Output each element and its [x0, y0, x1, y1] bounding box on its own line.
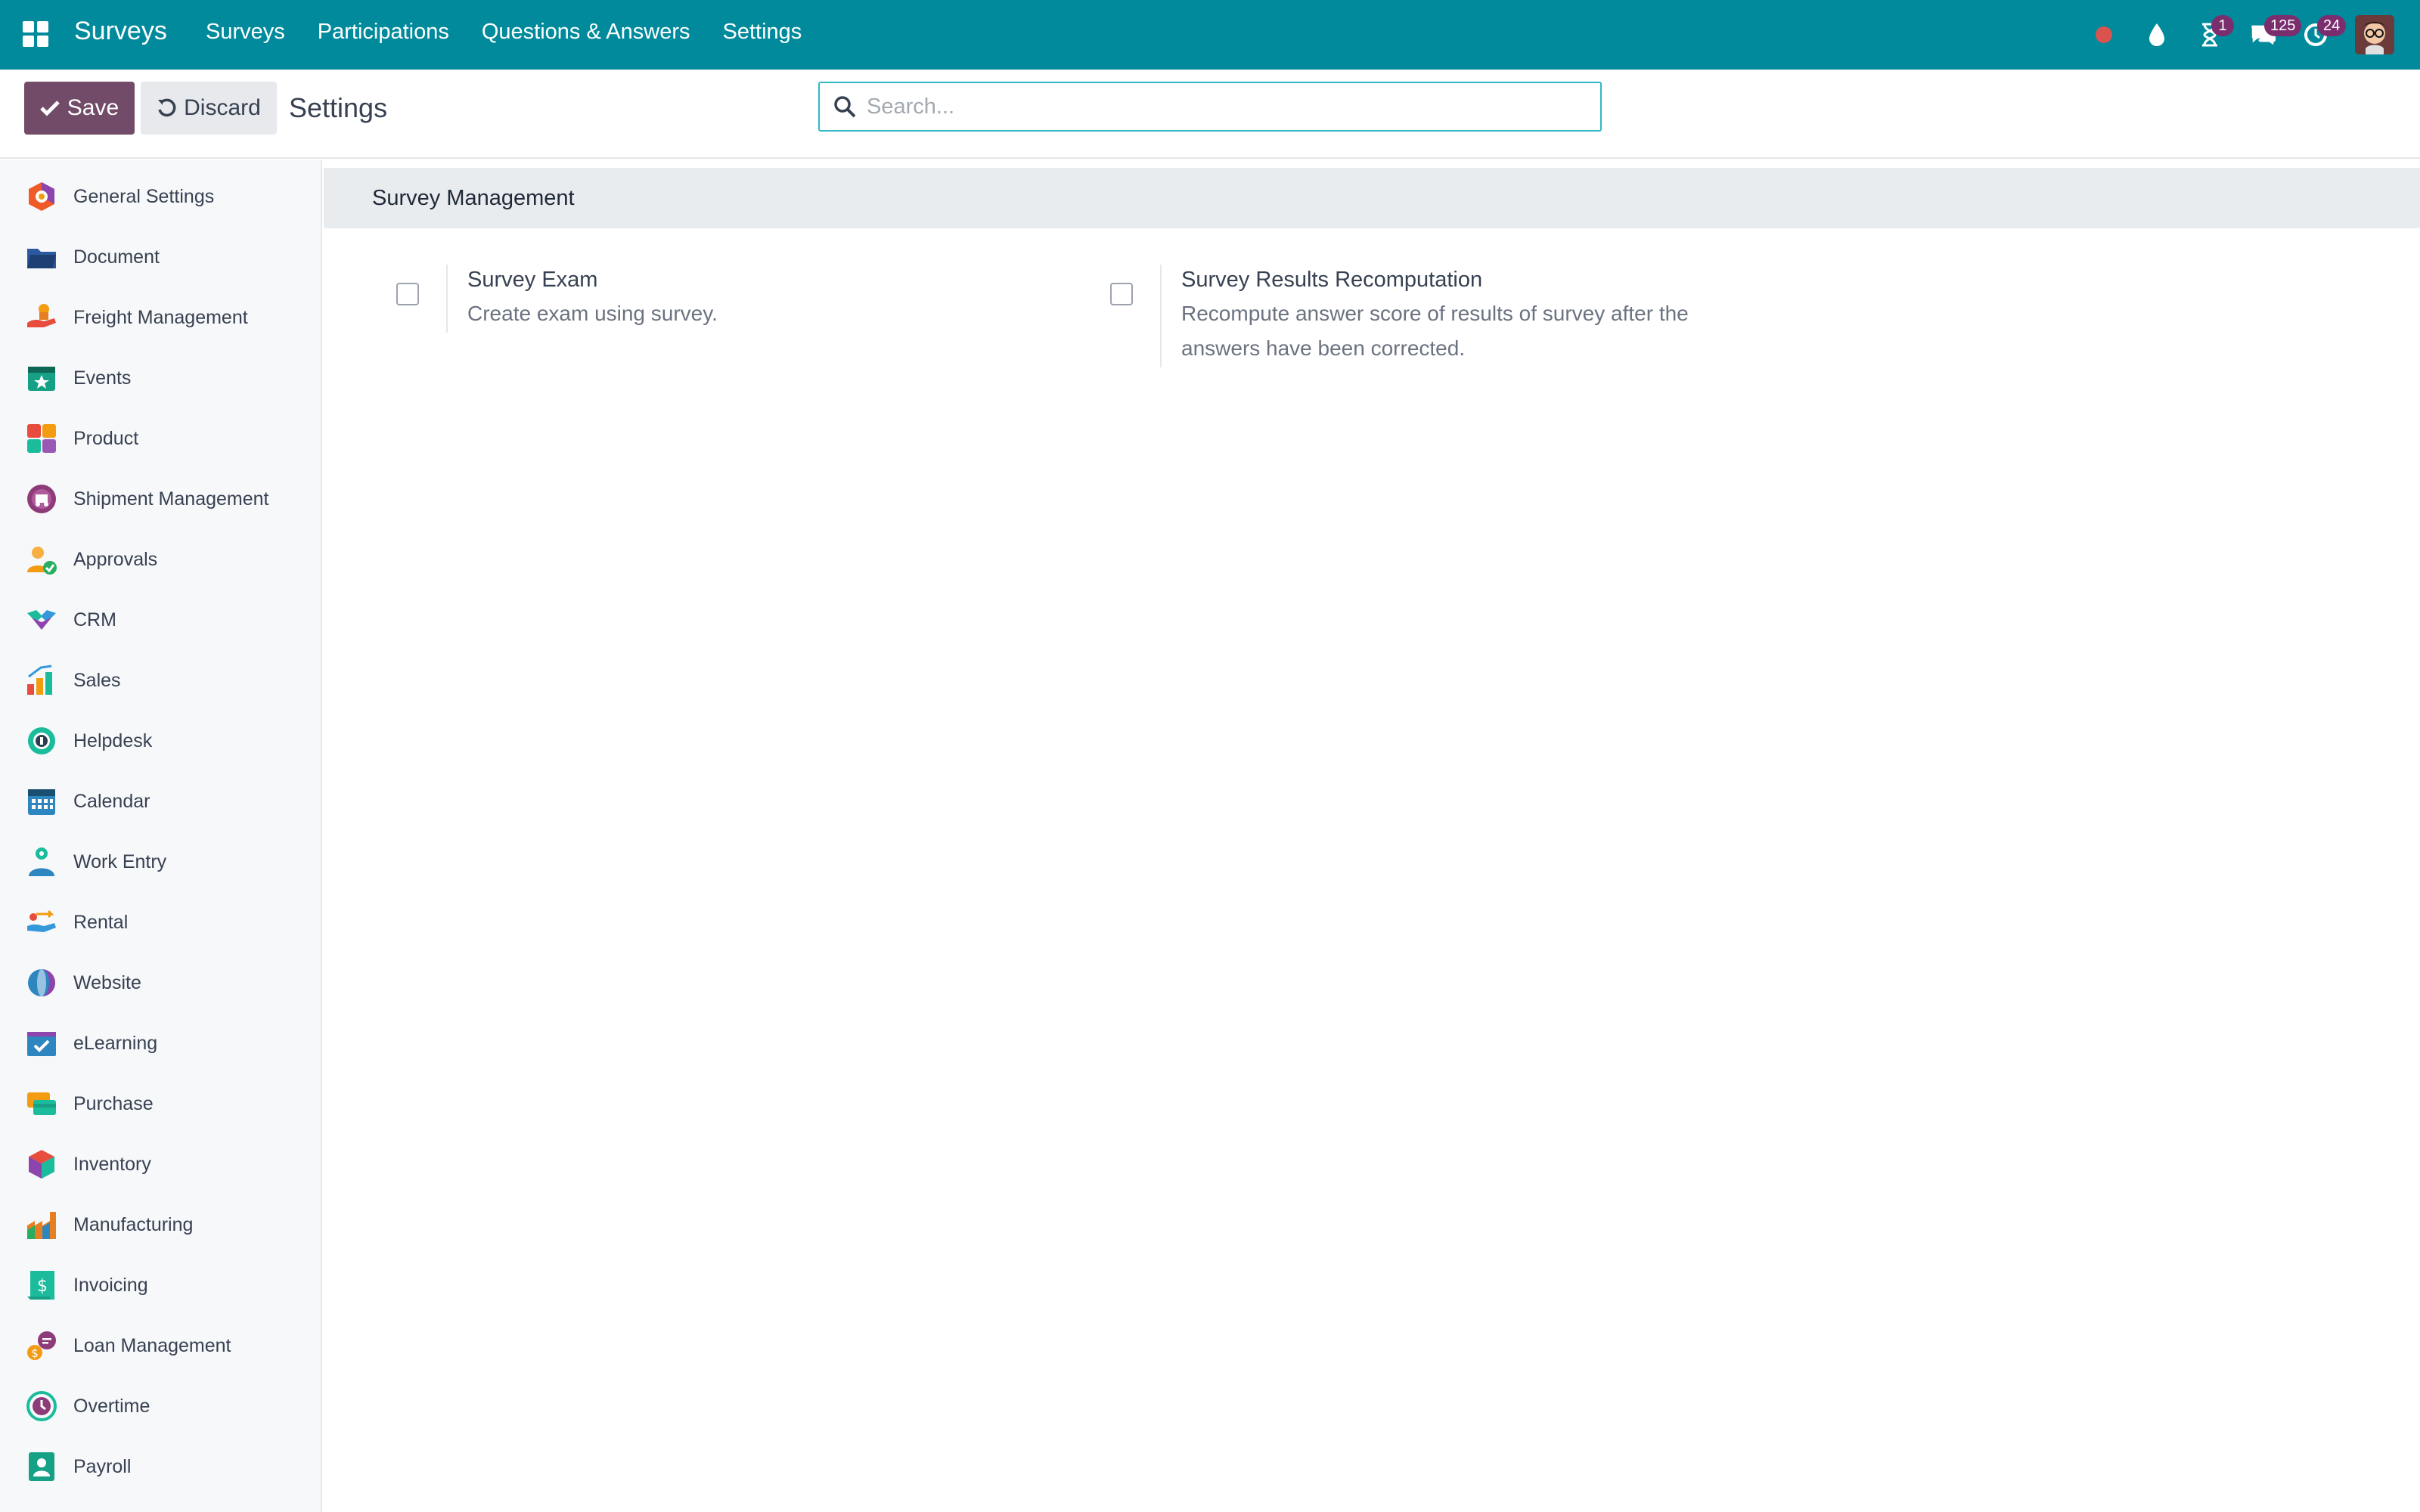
sidebar-item-sales[interactable]: Sales	[0, 650, 321, 711]
messages-badge: 125	[2264, 15, 2302, 36]
sidebar-item-inventory[interactable]: Inventory	[0, 1134, 321, 1194]
invoicing-icon: $	[27, 1271, 54, 1300]
section-header: Survey Management	[324, 168, 2420, 228]
menu-item-surveys[interactable]: Surveys	[206, 20, 285, 45]
survey-exam-title: Survey Exam	[467, 268, 598, 292]
undo-icon	[158, 98, 176, 117]
activity-badge: 1	[2211, 15, 2234, 36]
save-button-label: Save	[67, 95, 119, 120]
sidebar-item-general-settings[interactable]: General Settings	[0, 166, 321, 227]
page-title: Settings	[289, 92, 388, 123]
activity-hourglass-icon[interactable]: 1	[2196, 15, 2234, 51]
svg-text:$: $	[31, 1346, 39, 1360]
survey-exam-checkbox[interactable]	[396, 283, 419, 305]
status-dot-icon[interactable]	[2090, 18, 2118, 51]
sidebar-item-loan-management[interactable]: $ Loan Management	[0, 1315, 321, 1376]
sidebar-item-helpdesk[interactable]: Helpdesk	[0, 711, 321, 771]
sales-icon	[27, 665, 52, 695]
droplet-icon[interactable]	[2143, 18, 2170, 51]
inventory-icon	[29, 1150, 54, 1179]
settings-search[interactable]	[818, 82, 1602, 132]
helpdesk-icon	[28, 727, 55, 754]
app-menu-icon[interactable]	[23, 21, 48, 47]
section-title: Survey Management	[372, 186, 575, 210]
sidebar-item-shipment-management[interactable]: Shipment Management	[0, 469, 321, 529]
menu-item-settings[interactable]: Settings	[723, 20, 802, 45]
sidebar-item-rental[interactable]: Rental	[0, 892, 321, 953]
general-settings-icon	[29, 182, 54, 211]
events-icon	[28, 367, 55, 391]
approvals-icon	[27, 547, 57, 575]
messages-icon[interactable]: 125	[2249, 15, 2302, 51]
sidebar-item-calendar[interactable]: Calendar	[0, 771, 321, 832]
check-icon	[40, 101, 60, 116]
control-panel: Save Discard Settings	[0, 70, 2420, 159]
survey-exam-description: Create exam using survey.	[467, 302, 718, 325]
sidebar-item-elearning[interactable]: eLearning	[0, 1013, 321, 1074]
sidebar-item-work-entry[interactable]: Work Entry	[0, 832, 321, 892]
main-menu: Surveys Participations Questions & Answe…	[206, 20, 802, 45]
sidebar-item-invoicing[interactable]: $ Invoicing	[0, 1255, 321, 1315]
sidebar-item-approvals[interactable]: Approvals	[0, 529, 321, 590]
menu-item-participations[interactable]: Participations	[318, 20, 449, 45]
sidebar-item-product[interactable]: Product	[0, 408, 321, 469]
sidebar-item-events[interactable]: Events	[0, 348, 321, 408]
sidebar-item-overtime[interactable]: Overtime	[0, 1376, 321, 1436]
discard-button[interactable]: Discard	[141, 82, 277, 135]
setting-divider	[446, 265, 448, 333]
svg-text:$: $	[37, 1277, 48, 1296]
survey-recomputation-description: Recompute answer score of results of sur…	[1181, 302, 1689, 360]
elearning-icon	[27, 1032, 56, 1056]
survey-recomputation-title: Survey Results Recomputation	[1181, 268, 1483, 292]
overtime-icon	[26, 1391, 57, 1421]
search-icon	[834, 96, 856, 118]
calendar-icon	[28, 789, 55, 815]
sidebar-item-manufacturing[interactable]: Manufacturing	[0, 1194, 321, 1255]
save-button[interactable]: Save	[24, 82, 135, 135]
menu-item-questions-answers[interactable]: Questions & Answers	[482, 20, 690, 45]
sidebar-item-document[interactable]: Document	[0, 227, 321, 287]
systray: 1 125 24	[2090, 14, 2394, 56]
sidebar-item-crm[interactable]: CRM	[0, 590, 321, 650]
user-avatar[interactable]	[2355, 15, 2394, 54]
payroll-icon	[29, 1452, 54, 1481]
updates-badge: 24	[2317, 15, 2347, 36]
product-icon	[27, 424, 56, 453]
sidebar-item-freight-management[interactable]: Freight Management	[0, 287, 321, 348]
crm-icon	[27, 610, 56, 630]
purchase-icon	[27, 1092, 56, 1115]
document-icon	[27, 249, 56, 268]
sidebar-item-payroll[interactable]: Payroll	[0, 1436, 321, 1497]
freight-icon	[27, 304, 56, 327]
rental-icon	[27, 909, 56, 932]
top-navbar: Surveys Surveys Participations Questions…	[0, 0, 2420, 70]
settings-sidebar: General Settings Document Freight Manage…	[0, 160, 322, 1512]
sidebar-item-purchase[interactable]: Purchase	[0, 1074, 321, 1134]
survey-recomputation-checkbox[interactable]	[1110, 283, 1133, 305]
updates-clock-icon[interactable]: 24	[2302, 15, 2347, 51]
manufacturing-icon	[27, 1212, 56, 1239]
setting-divider	[1160, 265, 1162, 367]
discard-button-label: Discard	[184, 95, 261, 120]
sidebar-item-website[interactable]: Website	[0, 953, 321, 1013]
shipment-icon	[27, 485, 56, 513]
work-entry-icon	[29, 847, 54, 876]
search-input[interactable]	[867, 94, 1578, 119]
app-brand[interactable]: Surveys	[74, 17, 167, 46]
loan-icon: $	[27, 1331, 56, 1360]
website-icon	[28, 969, 55, 996]
